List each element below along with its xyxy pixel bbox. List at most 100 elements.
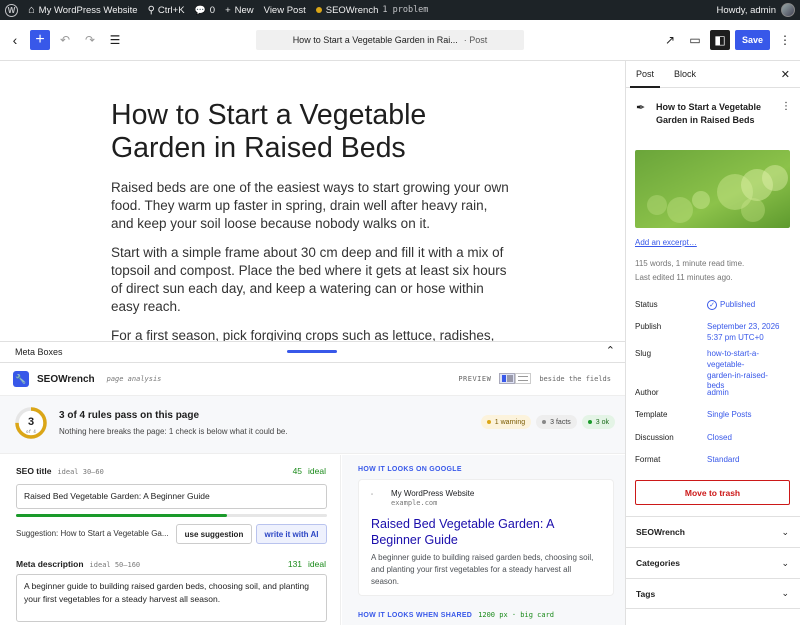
tab-block[interactable]: Block [664, 69, 706, 87]
search-icon: ⚲ [147, 4, 155, 16]
preview-device-icon[interactable]: ▭ [685, 30, 705, 50]
sidebar-tabs: Post Block ✕ [626, 61, 800, 88]
seowrench-panel: 🔧 SEOWrench page analysis PREVIEW beside… [0, 363, 625, 625]
google-preview-title: Raised Bed Vegetable Garden: A Beginner … [371, 517, 554, 548]
published-check-icon: ✓ [707, 300, 717, 310]
ok-chip[interactable]: 3 ok [581, 415, 615, 429]
format-row: Format Standard [635, 455, 795, 469]
panel-tags[interactable]: Tags ⌄ [626, 578, 800, 609]
move-to-trash-button[interactable]: Move to trash [635, 480, 790, 505]
favicon-icon: ▫ [371, 492, 374, 498]
view-post-external-icon[interactable]: ↗ [660, 30, 680, 50]
status-row: Status ✓ Published [635, 300, 795, 314]
status-chips: 1 warning 3 facts 3 ok [480, 415, 615, 429]
document-bar[interactable]: How to Start a Vegetable Garden in Rai..… [256, 30, 524, 50]
wordpress-logo-icon[interactable]: W [0, 0, 23, 20]
new-content-link[interactable]: + New [220, 0, 259, 20]
comments-link[interactable]: 💬 0 [190, 0, 221, 20]
meta-description-count: 131 ideal [287, 559, 326, 569]
score-value: 3 [28, 416, 34, 428]
home-icon: ⌂ [28, 4, 35, 16]
editor-header: ‹ + ↶ ↷ ☰ How to Start a Vegetable Garde… [0, 20, 800, 61]
close-icon[interactable]: ✕ [781, 68, 790, 81]
author-row: Author admin [635, 388, 795, 402]
account-menu[interactable]: Howdy, admin [712, 0, 800, 20]
status-value[interactable]: ✓ Published [707, 300, 797, 311]
wrench-icon: 🔧 [13, 371, 29, 387]
summary-subtitle: Nothing here breaks the page: 1 check is… [59, 427, 288, 436]
format-value[interactable]: Standard [707, 455, 797, 466]
layout-stack-icon[interactable] [515, 373, 532, 384]
seo-title-length-bar [16, 514, 327, 517]
settings-sidebar-icon[interactable]: ◧ [710, 30, 730, 50]
chevron-up-icon[interactable]: ⌃ [606, 344, 615, 357]
score-of: of 4 [26, 429, 36, 434]
tab-post[interactable]: Post [626, 69, 664, 88]
facts-chip[interactable]: 3 facts [536, 415, 577, 429]
plus-icon: + [225, 4, 231, 16]
add-excerpt-link[interactable]: Add an excerpt… [635, 238, 697, 247]
google-preview-description: A beginner guide to building raised gard… [371, 553, 594, 586]
seo-title-count: 45 ideal [292, 466, 326, 476]
meta-boxes-label: Meta Boxes [15, 347, 63, 357]
discussion-row: Discussion Closed [635, 433, 795, 447]
post-title[interactable]: How to Start a Vegetable Garden in Raise… [111, 99, 511, 166]
chevron-down-icon: ⌄ [781, 557, 789, 568]
seowrench-adminbar-link[interactable]: SEOWrench 1 problem [311, 0, 434, 20]
resize-handle[interactable] [287, 350, 337, 353]
warning-dot-icon [315, 7, 322, 13]
block-inserter-button[interactable]: + [30, 30, 50, 50]
layout-side-icon[interactable] [499, 373, 516, 384]
seowrench-title: SEOWrench [37, 373, 95, 385]
sidebar-post-title: How to Start a Vegetable Garden in Raise… [656, 102, 762, 125]
command-palette-link[interactable]: ⚲ Ctrl+K [143, 0, 190, 20]
comment-icon: 💬 [194, 4, 206, 15]
editor-canvas: How to Start a Vegetable Garden in Raise… [0, 61, 625, 341]
write-with-ai-button[interactable]: write it with AI [256, 524, 327, 544]
post-content: Raised beds are one of the easiest ways … [111, 179, 511, 341]
chevron-down-icon: ⌄ [781, 588, 789, 598]
template-value[interactable]: Single Posts [707, 410, 797, 421]
publish-row: Publish September 23, 2026 5:37 pm UTC+0 [635, 322, 795, 346]
seo-title-label: SEO title ideal 30–60 [16, 466, 104, 476]
meta-boxes-bar[interactable]: Meta Boxes ⌃ [0, 341, 625, 363]
paragraph-block[interactable]: For a first season, pick forgiving crops… [111, 327, 511, 341]
paragraph-block[interactable]: Start with a simple frame about 30 cm de… [111, 244, 511, 317]
options-more-icon[interactable]: ⋮ [775, 30, 795, 50]
featured-image[interactable] [635, 150, 790, 228]
avatar [781, 3, 795, 17]
redo-icon[interactable]: ↷ [78, 28, 102, 52]
featured-image-graphic [635, 150, 790, 228]
analysis-summary: 3 of 4 3 of 4 rules pass on this page No… [0, 396, 625, 454]
more-actions-icon[interactable]: ⋮ [781, 101, 791, 112]
seowrench-subtitle: page analysis [106, 375, 162, 383]
paragraph-block[interactable]: Raised beds are one of the easiest ways … [111, 179, 511, 234]
last-edited-info: Last edited 11 minutes ago. [635, 273, 733, 282]
panel-categories[interactable]: Categories ⌄ [626, 547, 800, 578]
template-row: Template Single Posts [635, 410, 795, 424]
document-overview-icon[interactable]: ☰ [103, 28, 127, 52]
seo-title-input[interactable]: Raised Bed Vegetable Garden: A Beginner … [16, 484, 327, 509]
save-button[interactable]: Save [735, 30, 770, 50]
use-suggestion-button[interactable]: use suggestion [176, 524, 252, 544]
publish-date-value[interactable]: September 23, 2026 5:37 pm UTC+0 [707, 322, 797, 344]
feather-pen-icon: ✒ [636, 102, 646, 114]
meta-description-textarea[interactable]: A beginner guide to building raised gard… [16, 574, 327, 622]
author-value[interactable]: admin [707, 388, 797, 399]
word-count-info: 115 words, 1 minute read time. [635, 259, 745, 268]
warning-chip[interactable]: 1 warning [480, 415, 532, 429]
site-name-link[interactable]: ⌂ My WordPress Website [23, 0, 143, 20]
slug-value[interactable]: how-to-start-a-vegetable-garden-in-raise… [707, 349, 769, 392]
undo-icon[interactable]: ↶ [53, 28, 77, 52]
preview-toggle-group: PREVIEW beside the fields [458, 373, 611, 384]
admin-bar: W ⌂ My WordPress Website ⚲ Ctrl+K 💬 0 + … [0, 0, 800, 20]
panel-seowrench[interactable]: SEOWrench ⌄ [626, 516, 800, 547]
view-post-link[interactable]: View Post [259, 0, 311, 20]
title-suggestion: Suggestion: How to Start a Vegetable Ga.… [16, 529, 169, 538]
seo-fields: SEO title ideal 30–60 45 ideal Raised Bed … [0, 455, 341, 625]
summary-title: 3 of 4 rules pass on this page [59, 410, 200, 421]
discussion-value[interactable]: Closed [707, 433, 797, 444]
back-chevron-icon[interactable]: ‹ [3, 28, 27, 52]
score-ring: 3 of 4 [15, 407, 47, 439]
seowrench-header: 🔧 SEOWrench page analysis PREVIEW beside… [0, 363, 625, 396]
